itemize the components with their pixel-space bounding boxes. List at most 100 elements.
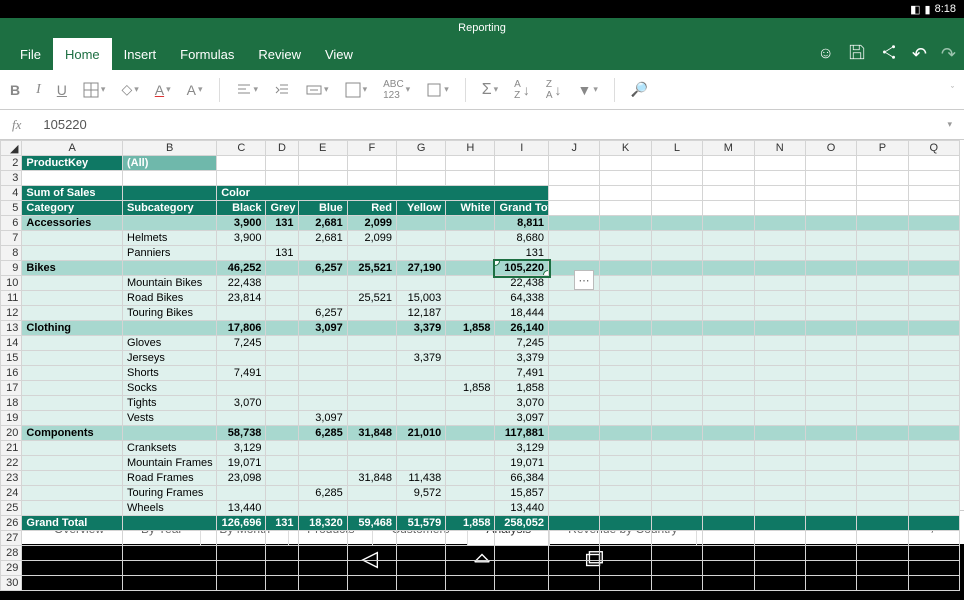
cell-cat-19[interactable] xyxy=(22,411,123,426)
share-icon[interactable] xyxy=(880,43,898,66)
cell-15-1[interactable] xyxy=(266,351,298,366)
cell-26-0[interactable]: 126,696 xyxy=(217,516,266,531)
cell-24-2[interactable]: 6,285 xyxy=(298,486,347,501)
cell-sub-21[interactable]: Cranksets xyxy=(123,441,217,456)
cell-10-0[interactable]: 22,438 xyxy=(217,276,266,291)
cell-6-1[interactable]: 131 xyxy=(266,216,298,231)
cell-cat-21[interactable] xyxy=(22,441,123,456)
cell-10-2[interactable] xyxy=(298,276,347,291)
spreadsheet-grid[interactable]: ◢ABCDEFGHIJKLMNOPQ2ProductKey(All)34Sum … xyxy=(0,140,964,510)
cell-20-1[interactable] xyxy=(266,426,298,441)
cell-14-0[interactable]: 7,245 xyxy=(217,336,266,351)
cell-13-5[interactable]: 1,858 xyxy=(446,321,495,336)
col-header-Q[interactable]: Q xyxy=(908,141,959,156)
cell-19-4[interactable] xyxy=(397,411,446,426)
filter-button[interactable]: ▼▾ xyxy=(578,82,598,98)
cell-26-5[interactable]: 1,858 xyxy=(446,516,495,531)
cell-cat-12[interactable] xyxy=(22,306,123,321)
cell-24-1[interactable] xyxy=(266,486,298,501)
cell-9-2[interactable]: 6,257 xyxy=(298,261,347,276)
menu-file[interactable]: File xyxy=(8,38,53,70)
cell-15-5[interactable] xyxy=(446,351,495,366)
cell-7-3[interactable]: 2,099 xyxy=(347,231,396,246)
cell-9-3[interactable]: 25,521 xyxy=(347,261,396,276)
cell-24-0[interactable] xyxy=(217,486,266,501)
cell-14-5[interactable] xyxy=(446,336,495,351)
cell-sub-25[interactable]: Wheels xyxy=(123,501,217,516)
cell-13-4[interactable]: 3,379 xyxy=(397,321,446,336)
cell-13-0[interactable]: 17,806 xyxy=(217,321,266,336)
cell-cat-22[interactable] xyxy=(22,456,123,471)
cell-16-2[interactable] xyxy=(298,366,347,381)
cell-21-1[interactable] xyxy=(266,441,298,456)
cell-7-0[interactable]: 3,900 xyxy=(217,231,266,246)
cell-cat-8[interactable] xyxy=(22,246,123,261)
cell-11-2[interactable] xyxy=(298,291,347,306)
col-header-O[interactable]: O xyxy=(805,141,856,156)
cell-25-4[interactable] xyxy=(397,501,446,516)
cell-sub-23[interactable]: Road Frames xyxy=(123,471,217,486)
col-header-H[interactable]: H xyxy=(446,141,495,156)
cell-cat-23[interactable] xyxy=(22,471,123,486)
cell-13-3[interactable] xyxy=(347,321,396,336)
cell-11-1[interactable] xyxy=(266,291,298,306)
col-header-I[interactable]: I xyxy=(495,141,549,156)
cell-15-2[interactable] xyxy=(298,351,347,366)
cell-16-3[interactable] xyxy=(347,366,396,381)
menu-home[interactable]: Home xyxy=(53,38,112,70)
cell-23-2[interactable] xyxy=(298,471,347,486)
cell-11-0[interactable]: 23,814 xyxy=(217,291,266,306)
ribbon-collapse-button[interactable]: ˇ xyxy=(951,85,954,95)
cell-19-5[interactable] xyxy=(446,411,495,426)
cell-20-0[interactable]: 58,738 xyxy=(217,426,266,441)
cell-22-6[interactable]: 19,071 xyxy=(495,456,549,471)
cell-sub-13[interactable] xyxy=(123,321,217,336)
cell-11-3[interactable]: 25,521 xyxy=(347,291,396,306)
indent-button[interactable] xyxy=(274,82,290,98)
cell-6-4[interactable] xyxy=(397,216,446,231)
cell-6-5[interactable] xyxy=(446,216,495,231)
cell-20-5[interactable] xyxy=(446,426,495,441)
cell-17-0[interactable] xyxy=(217,381,266,396)
cell-12-6[interactable]: 18,444 xyxy=(495,306,549,321)
cell-12-3[interactable] xyxy=(347,306,396,321)
cell-cat-10[interactable] xyxy=(22,276,123,291)
cell-20-6[interactable]: 117,881 xyxy=(495,426,549,441)
cell-14-3[interactable] xyxy=(347,336,396,351)
cell-23-1[interactable] xyxy=(266,471,298,486)
context-menu-button[interactable]: ⋯ xyxy=(574,270,594,290)
cell-23-0[interactable]: 23,098 xyxy=(217,471,266,486)
cell-18-6[interactable]: 3,070 xyxy=(495,396,549,411)
cell-cat-25[interactable] xyxy=(22,501,123,516)
borders-button[interactable]: ▾ xyxy=(83,82,106,98)
cell-21-6[interactable]: 3,129 xyxy=(495,441,549,456)
cell-11-4[interactable]: 15,003 xyxy=(397,291,446,306)
cell-22-2[interactable] xyxy=(298,456,347,471)
cell-17-3[interactable] xyxy=(347,381,396,396)
cell-26-4[interactable]: 51,579 xyxy=(397,516,446,531)
cell-17-6[interactable]: 1,858 xyxy=(495,381,549,396)
cell-sub-20[interactable] xyxy=(123,426,217,441)
cell-23-3[interactable]: 31,848 xyxy=(347,471,396,486)
cells-button[interactable]: ▾ xyxy=(426,82,449,98)
cell-style-button[interactable]: ▾ xyxy=(345,82,368,98)
cell-23-4[interactable]: 11,438 xyxy=(397,471,446,486)
bold-button[interactable]: B xyxy=(10,82,20,98)
cell-cat-7[interactable] xyxy=(22,231,123,246)
cell-sub-11[interactable]: Road Bikes xyxy=(123,291,217,306)
cell-8-4[interactable] xyxy=(397,246,446,261)
cell-7-5[interactable] xyxy=(446,231,495,246)
cell-10-3[interactable] xyxy=(347,276,396,291)
cell-18-1[interactable] xyxy=(266,396,298,411)
cell-21-5[interactable] xyxy=(446,441,495,456)
cell-22-0[interactable]: 19,071 xyxy=(217,456,266,471)
cell-22-4[interactable] xyxy=(397,456,446,471)
cell-sub-8[interactable]: Panniers xyxy=(123,246,217,261)
cell-sub-15[interactable]: Jerseys xyxy=(123,351,217,366)
cell-10-5[interactable] xyxy=(446,276,495,291)
cell-21-4[interactable] xyxy=(397,441,446,456)
cell-9-4[interactable]: 27,190 xyxy=(397,261,446,276)
cell-sub-14[interactable]: Gloves xyxy=(123,336,217,351)
cell-7-6[interactable]: 8,680 xyxy=(495,231,549,246)
cell-sub-10[interactable]: Mountain Bikes xyxy=(123,276,217,291)
